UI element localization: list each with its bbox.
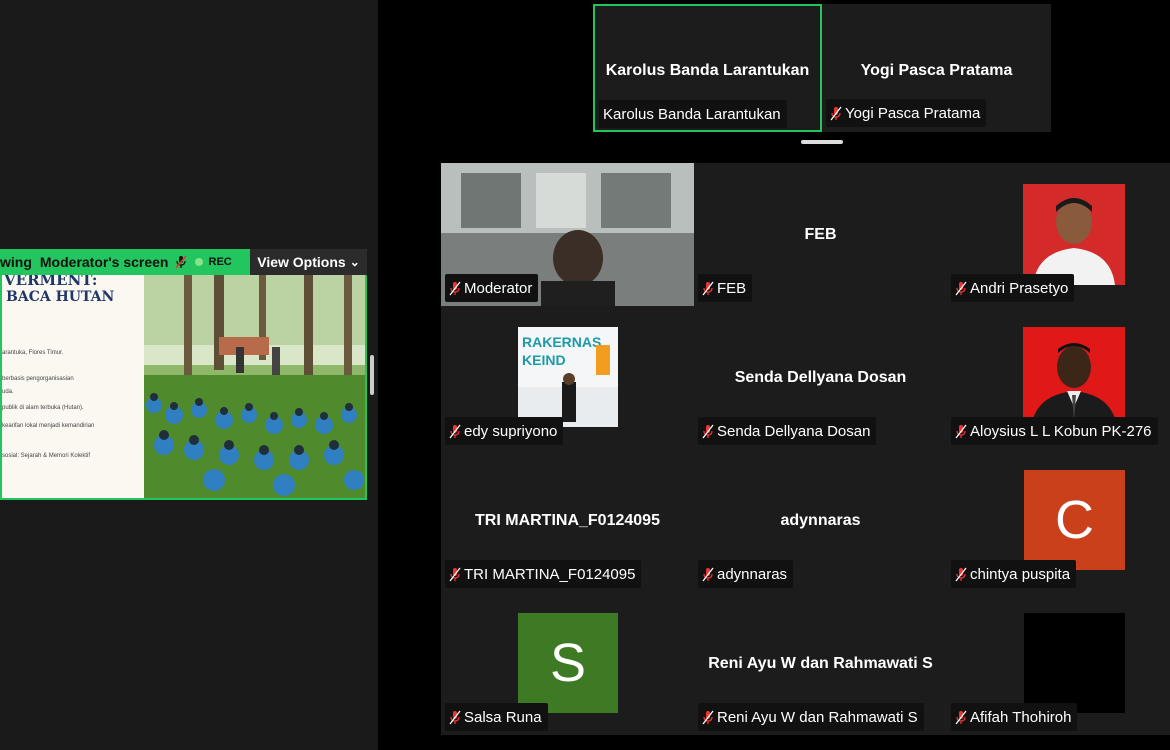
mic-muted-icon (449, 710, 461, 724)
participant-display-name: FEB (804, 226, 837, 243)
svg-text:KEIND: KEIND (522, 352, 566, 368)
participant-tile[interactable]: Senda Dellyana Dosan Senda Dellyana Dosa… (694, 306, 947, 449)
name-tag: Senda Dellyana Dosan (698, 417, 877, 445)
splitter-handle[interactable] (370, 355, 374, 395)
slide-line: kearifan lokal menjadi kemandirian (2, 423, 95, 429)
shared-screen-content: VERMENT: BACA HUTAN arantuka, Flores Tim… (0, 275, 367, 500)
participant-name-label: adynnaras (717, 565, 788, 583)
speaker-tile[interactable]: Yogi Pasca Pratama Yogi Pasca Pratama (822, 4, 1051, 132)
mic-muted-icon (955, 710, 967, 724)
participant-tile[interactable]: adynnaras adynnaras (694, 449, 947, 592)
screen-share-bar: wing Moderator's screen REC View Options… (0, 249, 367, 275)
participant-name-label: FEB (717, 279, 747, 297)
participant-name-label: Karolus Banda Larantukan (603, 105, 781, 123)
mic-muted-icon (174, 255, 187, 269)
speaker-name: Karolus Banda Larantukan (605, 62, 810, 79)
speaker-tile[interactable]: Karolus Banda Larantukan Karolus Banda L… (593, 4, 822, 132)
meeting-window: wing Moderator's screen REC View Options… (0, 0, 1170, 750)
avatar-initial: C (1055, 490, 1094, 550)
participant-display-name: adynnaras (780, 512, 861, 529)
mic-muted-icon (702, 710, 714, 724)
slide-text-panel: VERMENT: BACA HUTAN arantuka, Flores Tim… (2, 275, 144, 498)
participant-name-label: chintya puspita (970, 565, 1071, 583)
slide-line: arantuka, Flores Timur. (2, 350, 64, 356)
slide-line: publik di alam terbuka (Hutan). (2, 405, 84, 411)
slide-line: berbasis pengorganisasian (2, 376, 74, 382)
participant-name-label: Andri Prasetyo (970, 279, 1069, 297)
mic-muted-icon (449, 281, 461, 295)
sharer-name: Moderator's screen (39, 254, 169, 270)
svg-text:RAKERNAS: RAKERNAS (522, 334, 601, 350)
mic-muted-icon (955, 424, 967, 438)
black-avatar (1024, 613, 1125, 713)
mic-muted-icon (955, 281, 967, 295)
participant-display-name: Reni Ayu W dan Rahmawati S (708, 655, 933, 672)
name-tag: Salsa Runa (445, 703, 548, 731)
mic-muted-icon (830, 106, 842, 120)
participant-tile[interactable]: S Salsa Runa (441, 592, 694, 735)
recording-label: REC (208, 256, 232, 268)
mic-muted-icon (702, 281, 714, 295)
participant-name-label: Salsa Runa (464, 708, 542, 726)
name-tag: adynnaras (698, 560, 794, 588)
speaker-name: Yogi Pasca Pratama (860, 62, 1013, 79)
name-tag: chintya puspita (951, 560, 1077, 588)
initial-avatar: C (1024, 470, 1125, 570)
mic-muted-icon (702, 424, 714, 438)
name-tag: Aloysius L L Kobun PK-276 (951, 417, 1158, 445)
slide-line: sosial: Sejarah & Memori Kolektif (2, 453, 91, 459)
name-tag: Reni Ayu W dan Rahmawati S (698, 703, 924, 731)
view-options-button[interactable]: View Options ⌄ (250, 249, 367, 275)
forest-class-photo (144, 275, 365, 498)
name-tag: Karolus Banda Larantukan (599, 100, 787, 128)
participant-tile[interactable]: C chintya puspita (947, 449, 1170, 592)
participant-tile[interactable]: Reni Ayu W dan Rahmawati S Reni Ayu W da… (694, 592, 947, 735)
name-tag: FEB (698, 274, 753, 302)
name-tag: Afifah Thohiroh (951, 703, 1078, 731)
participant-tile[interactable]: FEB FEB (694, 163, 947, 306)
participant-name-label: Aloysius L L Kobun PK-276 (970, 422, 1152, 440)
viewing-label: wing (0, 254, 32, 270)
name-tag: Moderator (445, 274, 539, 302)
participant-name-label: Reni Ayu W dan Rahmawati S (717, 708, 918, 726)
page-indicator[interactable] (801, 140, 843, 144)
view-options-label: View Options (257, 254, 346, 270)
chevron-down-icon: ⌄ (349, 255, 360, 269)
participant-tile[interactable]: TRI MARTINA_F0124095 TRI MARTINA_F012409… (441, 449, 694, 592)
participant-name-label: Afifah Thohiroh (970, 708, 1072, 726)
participant-tile[interactable]: RAKERNAS KEIND edy supriyono (441, 306, 694, 449)
name-tag: edy supriyono (445, 417, 564, 445)
participant-name-label: Senda Dellyana Dosan (717, 422, 871, 440)
participant-gallery: Moderator FEB FEB Andri Prasetyo RAKERNA… (441, 163, 1170, 735)
participant-name-label: TRI MARTINA_F0124095 (464, 565, 636, 583)
participant-display-name: Senda Dellyana Dosan (734, 369, 907, 386)
profile-photo: RAKERNAS KEIND (518, 327, 618, 427)
mic-muted-icon (955, 567, 967, 581)
participant-name-label: Moderator (464, 279, 533, 297)
name-tag: Yogi Pasca Pratama (826, 99, 987, 127)
slide-line: uda. (2, 389, 14, 395)
slide-title: VERMENT: (4, 275, 98, 289)
name-tag: TRI MARTINA_F0124095 (445, 560, 642, 588)
participant-tile[interactable]: Afifah Thohiroh (947, 592, 1170, 735)
participant-tile[interactable]: Andri Prasetyo (947, 163, 1170, 306)
recording-dot-icon (194, 258, 203, 266)
mic-muted-icon (449, 424, 461, 438)
profile-photo (1023, 327, 1125, 428)
avatar-initial: S (549, 633, 587, 693)
profile-photo (1023, 184, 1125, 285)
name-tag: Andri Prasetyo (951, 274, 1075, 302)
participant-name-label: edy supriyono (464, 422, 558, 440)
shared-screen-pane: wing Moderator's screen REC View Options… (0, 0, 378, 750)
participant-name-label: Yogi Pasca Pratama (845, 104, 981, 122)
participant-tile[interactable]: Moderator (441, 163, 694, 306)
participant-tile[interactable]: Aloysius L L Kobun PK-276 (947, 306, 1170, 449)
initial-avatar: S (518, 613, 618, 713)
mic-muted-icon (449, 567, 461, 581)
mic-muted-icon (702, 567, 714, 581)
participant-display-name: TRI MARTINA_F0124095 (475, 512, 660, 529)
slide-subtitle: BACA HUTAN (6, 289, 115, 305)
